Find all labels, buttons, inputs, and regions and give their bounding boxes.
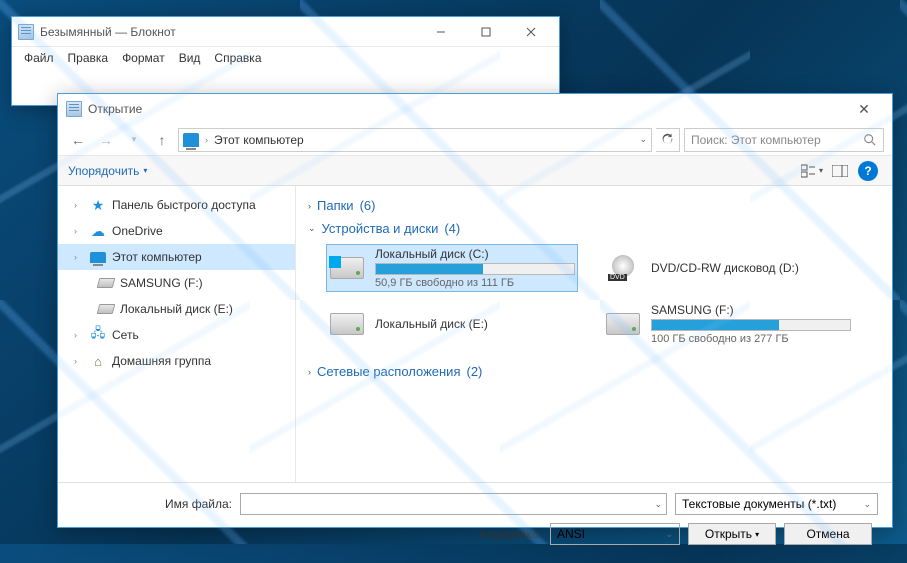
up-button[interactable]: ↑	[150, 128, 174, 152]
drive-icon	[605, 309, 641, 339]
filename-input[interactable]: ⌄	[240, 493, 667, 515]
tree-local-e[interactable]: Локальный диск (E:)	[58, 296, 295, 322]
notepad-titlebar[interactable]: Безымянный — Блокнот	[12, 17, 559, 47]
toolbar: Упорядочить ▾ ?	[58, 156, 892, 186]
tree-this-pc[interactable]: ›Этот компьютер	[58, 244, 295, 270]
encoding-select[interactable]: ANSI⌄	[550, 523, 680, 545]
group-network[interactable]: › Сетевые расположения (2)	[308, 360, 880, 383]
drive-f-samsung[interactable]: SAMSUNG (F:) 100 ГБ свободно из 277 ГБ	[602, 300, 854, 348]
back-button[interactable]: ←	[66, 128, 90, 152]
dropdown-icon: ⌄	[863, 499, 871, 510]
filename-label: Имя файла:	[72, 497, 232, 511]
search-icon	[863, 133, 877, 147]
menu-format[interactable]: Формат	[116, 49, 171, 67]
drive-c[interactable]: Локальный диск (C:) 50,9 ГБ свободно из …	[326, 244, 578, 292]
notepad-title: Безымянный — Блокнот	[40, 25, 418, 39]
address-location: Этот компьютер	[214, 133, 633, 147]
chevron-down-icon: ⌄	[308, 223, 316, 234]
dialog-icon	[66, 101, 82, 117]
cloud-icon: ☁	[90, 223, 106, 239]
pc-icon	[183, 133, 199, 147]
nav-row: ← → ▾ ↑ › Этот компьютер ⌄ Поиск: Этот к…	[58, 124, 892, 156]
breadcrumb-sep-icon: ›	[205, 135, 208, 145]
organize-menu[interactable]: Упорядочить	[68, 164, 147, 178]
menu-edit[interactable]: Правка	[62, 49, 115, 67]
menu-view[interactable]: Вид	[173, 49, 207, 67]
usage-bar	[375, 263, 575, 275]
search-placeholder: Поиск: Этот компьютер	[691, 133, 859, 147]
tree-network[interactable]: ›🖧Сеть	[58, 322, 295, 348]
network-icon: 🖧	[90, 327, 106, 343]
nav-tree: ›★Панель быстрого доступа ›☁OneDrive ›Эт…	[58, 186, 296, 482]
open-button[interactable]: Открыть▾	[688, 523, 776, 545]
group-folders[interactable]: › Папки (6)	[308, 194, 880, 217]
dialog-titlebar[interactable]: Открытие ✕	[58, 94, 892, 124]
encoding-label: Кодировка:	[72, 527, 542, 541]
filetype-select[interactable]: Текстовые документы (*.txt)⌄	[675, 493, 878, 515]
chevron-right-icon: ›	[308, 367, 311, 377]
close-button[interactable]	[508, 17, 553, 46]
dialog-footer: Имя файла: ⌄ Текстовые документы (*.txt)…	[58, 482, 892, 563]
preview-pane-button[interactable]	[826, 159, 854, 183]
drive-d-dvd[interactable]: DVD/CD-RW дисковод (D:)	[602, 244, 854, 292]
hdd-icon	[98, 301, 114, 317]
recent-dropdown[interactable]: ▾	[122, 128, 146, 152]
open-dialog: Открытие ✕ ← → ▾ ↑ › Этот компьютер ⌄ По…	[57, 93, 893, 528]
pc-icon	[90, 249, 106, 265]
menu-file[interactable]: Файл	[18, 49, 60, 67]
cancel-button[interactable]: Отмена	[784, 523, 872, 545]
address-bar[interactable]: › Этот компьютер ⌄	[178, 128, 652, 152]
address-drop-icon[interactable]: ⌄	[639, 134, 647, 145]
tree-quick-access[interactable]: ›★Панель быстрого доступа	[58, 192, 295, 218]
hdd-icon	[98, 275, 114, 291]
drive-icon	[329, 309, 365, 339]
content-pane: › Папки (6) ⌄ Устройства и диски (4) Лок…	[296, 186, 892, 482]
help-button[interactable]: ?	[854, 159, 882, 183]
star-icon: ★	[90, 197, 106, 213]
dialog-close-button[interactable]: ✕	[844, 101, 884, 118]
tree-homegroup[interactable]: ›⌂Домашняя группа	[58, 348, 295, 374]
refresh-button[interactable]	[656, 128, 680, 152]
notepad-icon	[18, 24, 34, 40]
dropdown-icon[interactable]: ⌄	[654, 499, 662, 510]
minimize-button[interactable]	[418, 17, 463, 46]
drive-icon	[329, 253, 365, 283]
menu-help[interactable]: Справка	[208, 49, 267, 67]
tree-onedrive[interactable]: ›☁OneDrive	[58, 218, 295, 244]
dialog-title: Открытие	[88, 102, 844, 116]
usage-bar	[651, 319, 851, 331]
dropdown-icon: ⌄	[665, 529, 673, 540]
tree-samsung-f[interactable]: SAMSUNG (F:)	[58, 270, 295, 296]
homegroup-icon: ⌂	[90, 353, 106, 369]
notepad-menubar: Файл Правка Формат Вид Справка	[12, 47, 559, 69]
group-drives[interactable]: ⌄ Устройства и диски (4)	[308, 217, 880, 240]
chevron-right-icon: ›	[308, 201, 311, 211]
view-options-button[interactable]: ▾	[798, 159, 826, 183]
dvd-icon	[605, 253, 641, 283]
maximize-button[interactable]	[463, 17, 508, 46]
forward-button[interactable]: →	[94, 128, 118, 152]
search-input[interactable]: Поиск: Этот компьютер	[684, 128, 884, 152]
drive-e[interactable]: Локальный диск (E:)	[326, 300, 578, 348]
